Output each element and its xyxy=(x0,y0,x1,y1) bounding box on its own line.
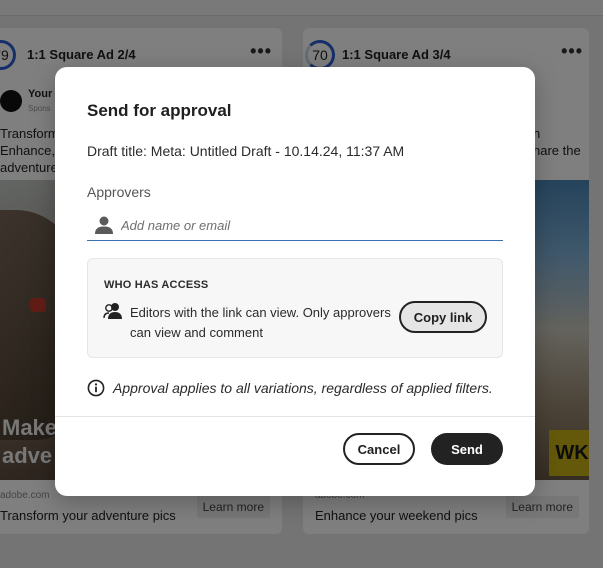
cancel-button[interactable]: Cancel xyxy=(343,433,415,465)
copy-link-button[interactable]: Copy link xyxy=(399,301,487,333)
send-for-approval-dialog: Send for approval Draft title: Meta: Unt… xyxy=(55,67,535,496)
users-icon xyxy=(103,303,122,319)
draft-title: Draft title: Meta: Untitled Draft - 10.1… xyxy=(87,143,405,159)
user-icon xyxy=(95,216,113,234)
info-icon xyxy=(87,379,105,397)
access-heading: WHO HAS ACCESS xyxy=(104,279,209,291)
access-description: Editors with the link can view. Only app… xyxy=(130,305,391,340)
send-button[interactable]: Send xyxy=(431,433,503,465)
approvers-label: Approvers xyxy=(87,184,151,200)
dialog-title: Send for approval xyxy=(87,101,232,120)
access-panel: WHO HAS ACCESS Editors with the link can… xyxy=(87,258,503,358)
approvers-field[interactable] xyxy=(87,211,503,241)
approval-note: Approval applies to all variations, rega… xyxy=(87,378,507,398)
dialog-divider xyxy=(55,416,535,417)
approval-note-text: Approval applies to all variations, rega… xyxy=(113,380,493,396)
approvers-input[interactable] xyxy=(121,213,497,237)
